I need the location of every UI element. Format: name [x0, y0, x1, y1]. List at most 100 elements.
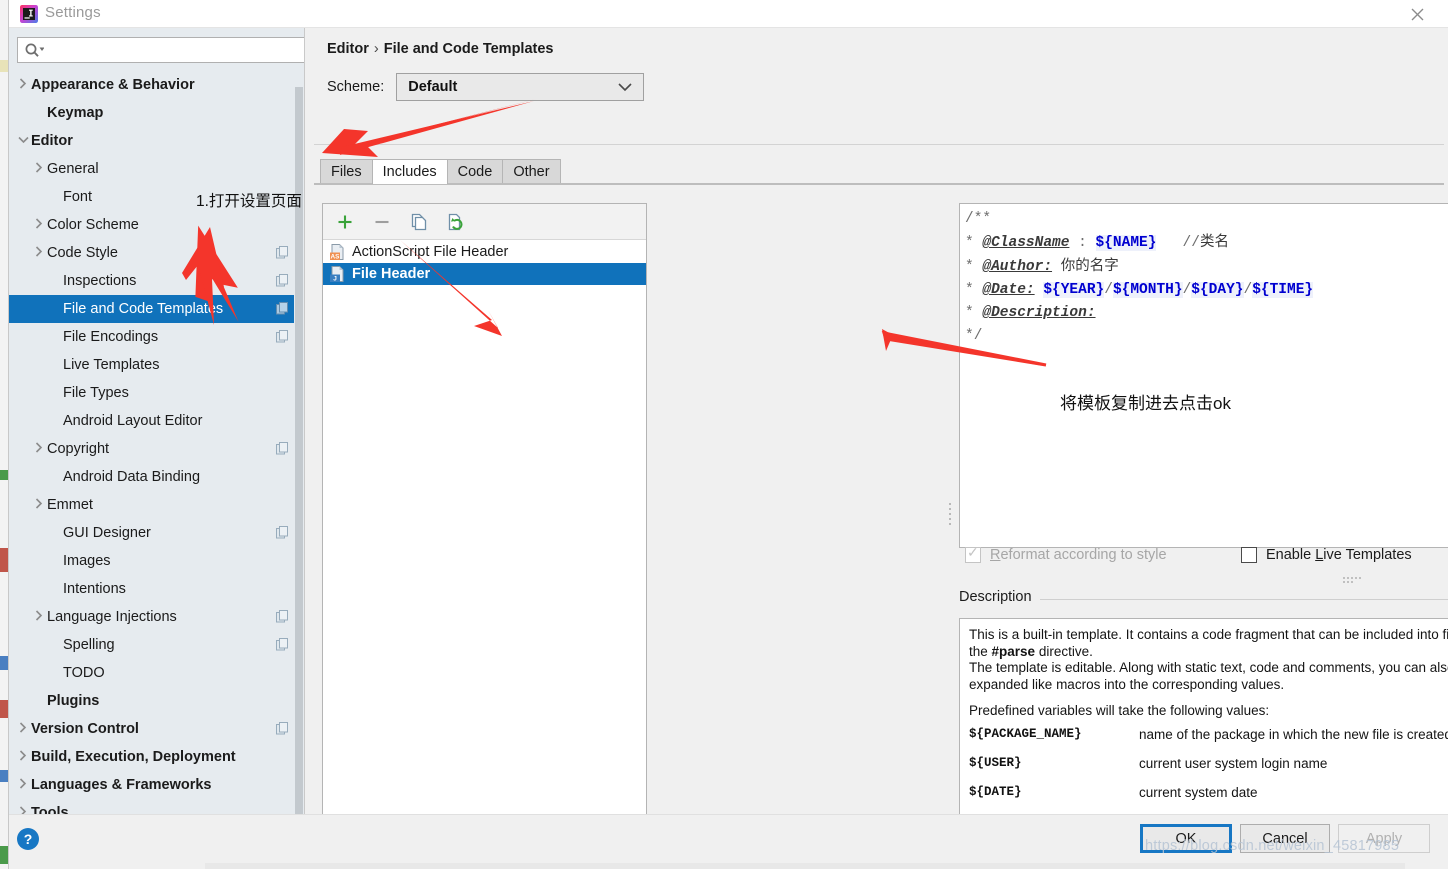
window-title-bar: Settings [9, 0, 1448, 28]
reset-file-icon[interactable] [446, 212, 466, 232]
chevron-right-icon[interactable] [31, 498, 47, 512]
code-token: * [965, 282, 983, 298]
sidebar-item-intentions[interactable]: Intentions [9, 575, 299, 603]
sidebar-item-languages-frameworks[interactable]: Languages & Frameworks [9, 771, 299, 799]
sidebar-item-label: Spelling [63, 637, 115, 653]
variable-description-cell: name of the package in which the new fil… [1139, 726, 1448, 742]
sidebar-item-general[interactable]: General [9, 155, 299, 183]
template-code-editor[interactable]: /** * @ClassName : ${NAME} //类名 * @Author:… [959, 203, 1448, 548]
sidebar-item-version-control[interactable]: Version Control [9, 715, 299, 743]
annotation-copy-template: 将模板复制进去点击ok [1060, 394, 1231, 413]
chevron-right-icon[interactable] [15, 722, 31, 736]
sidebar-item-copyright[interactable]: Copyright [9, 435, 299, 463]
code-token: * [965, 305, 983, 321]
help-icon[interactable]: ? [17, 828, 39, 850]
description-content: This is a built-in template. It contains… [969, 627, 1448, 827]
sidebar-item-label: Emmet [47, 497, 93, 513]
chevron-right-icon[interactable] [15, 778, 31, 792]
sidebar-item-emmet[interactable]: Emmet [9, 491, 299, 519]
sidebar-item-live-templates[interactable]: Live Templates [9, 351, 299, 379]
code-line: * @ClassName : ${NAME} //类名 [965, 231, 1313, 255]
resize-handle-dots[interactable] [1343, 575, 1365, 583]
chevron-right-icon[interactable] [15, 806, 31, 814]
tab-files[interactable]: Files [320, 159, 373, 184]
sidebar-item-label: File Types [63, 385, 129, 401]
tab-other[interactable]: Other [502, 159, 561, 184]
sidebar-item-spelling[interactable]: Spelling [9, 631, 299, 659]
sidebar-item-build-execution-deployment[interactable]: Build, Execution, Deployment [9, 743, 299, 771]
code-token: ${NAME} [1095, 235, 1157, 251]
settings-tree[interactable]: Appearance & Behavior Keymap Editor General… [9, 71, 299, 814]
description-panel[interactable]: This is a built-in template. It contains… [959, 618, 1448, 828]
sidebar-item-images[interactable]: Images [9, 547, 299, 575]
tab-label: Other [513, 164, 550, 180]
list-item-label: ActionScript File Header [352, 244, 509, 260]
code-token: * [965, 235, 983, 251]
chevron-right-icon[interactable] [15, 750, 31, 764]
sidebar-item-file-types[interactable]: File Types [9, 379, 299, 407]
template-list[interactable]: AS ActionScript File Header J File Heade… [323, 241, 646, 285]
chevron-right-icon[interactable] [31, 610, 47, 624]
description-paragraph: Predefined variables will take the follo… [969, 703, 1448, 720]
live-templates-checkbox-box[interactable] [1241, 547, 1257, 563]
sidebar-item-language-injections[interactable]: Language Injections [9, 603, 299, 631]
list-item[interactable]: J File Header [323, 263, 646, 285]
copy-icon[interactable] [409, 212, 429, 232]
variable-description-cell: current system date [1139, 784, 1258, 800]
sidebar-item-editor[interactable]: Editor [9, 127, 299, 155]
breadcrumb-current: File and Code Templates [383, 41, 554, 57]
scheme-dropdown[interactable]: Default [396, 73, 645, 101]
chevron-right-icon[interactable] [31, 246, 47, 260]
sidebar-item-appearance-behavior[interactable]: Appearance & Behavior [9, 71, 299, 99]
code-token: ${DAY} [1191, 282, 1244, 298]
code-token: 你的名字 [1060, 258, 1119, 274]
window-title: Settings [45, 4, 101, 21]
tree-scrollbar[interactable] [294, 71, 304, 814]
chevron-right-icon[interactable] [31, 442, 47, 456]
horizontal-scrollbar[interactable] [205, 863, 1405, 869]
close-icon[interactable] [1394, 0, 1440, 28]
sidebar-item-label: File and Code Templates [63, 301, 224, 317]
sidebar-item-keymap[interactable]: Keymap [9, 99, 299, 127]
tab-label: Includes [382, 164, 437, 180]
sidebar-item-label: General [47, 161, 99, 177]
sidebar-item-inspections[interactable]: Inspections [9, 267, 299, 295]
sidebar-item-todo[interactable]: TODO [9, 659, 299, 687]
scheme-label: Scheme: [327, 79, 385, 95]
sidebar-item-android-data-binding[interactable]: Android Data Binding [9, 463, 299, 491]
enable-live-templates-checkbox[interactable]: Enable Live Templates [1241, 547, 1412, 563]
chevron-right-icon[interactable] [15, 78, 31, 92]
chevron-down-icon[interactable] [15, 136, 31, 147]
list-item[interactable]: AS ActionScript File Header [323, 241, 646, 263]
code-token: /** [965, 211, 992, 227]
sidebar-item-plugins[interactable]: Plugins [9, 687, 299, 715]
template-category-tabs[interactable]: Files Includes Code Other [320, 158, 561, 184]
chevron-right-icon[interactable] [31, 218, 47, 232]
search-field[interactable] [17, 37, 304, 63]
sidebar-item-label: Plugins [47, 693, 100, 709]
sidebar-item-file-encodings[interactable]: File Encodings [9, 323, 299, 351]
sidebar-item-label: Language Injections [47, 609, 177, 625]
scheme-selected-value: Default [408, 79, 458, 95]
sidebar-item-label: GUI Designer [63, 525, 151, 541]
code-line: * @Author: 你的名字 [965, 255, 1313, 279]
background-window-sliver [0, 0, 9, 869]
code-token: @Date: [982, 282, 1035, 298]
search-input[interactable] [48, 39, 298, 61]
chevron-down-icon [618, 80, 632, 95]
sidebar-item-android-layout-editor[interactable]: Android Layout Editor [9, 407, 299, 435]
sidebar-item-tools[interactable]: Tools [9, 799, 299, 814]
tab-code[interactable]: Code [446, 159, 504, 184]
live-templates-checkbox-label: Enable Live Templates [1266, 547, 1412, 563]
tab-includes[interactable]: Includes [371, 159, 448, 184]
sidebar-item-code-style[interactable]: Code Style [9, 239, 299, 267]
sidebar-item-file-and-code-templates[interactable]: File and Code Templates [9, 295, 299, 323]
panel-splitter[interactable] [947, 500, 955, 538]
chevron-right-icon[interactable] [31, 162, 47, 176]
sidebar-item-color-scheme[interactable]: Color Scheme [9, 211, 299, 239]
minus-icon[interactable] [372, 212, 392, 232]
plus-icon[interactable] [335, 212, 355, 232]
sidebar-item-gui-designer[interactable]: GUI Designer [9, 519, 299, 547]
reformat-checkbox-box [965, 544, 981, 563]
